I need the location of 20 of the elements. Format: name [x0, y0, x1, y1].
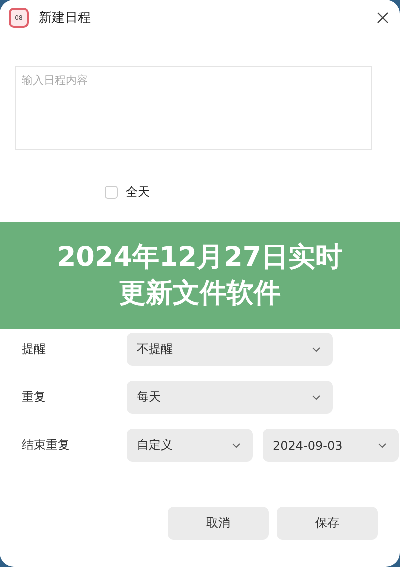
banner-text: 更新文件软件: [119, 276, 281, 310]
chevron-icon: [232, 442, 241, 448]
dropdown[interactable]: 每天: [127, 381, 333, 414]
chevron-icon: [312, 346, 321, 352]
chevron-icon: [378, 442, 387, 448]
field-label: 提醒: [22, 341, 47, 358]
banner-text: 2024年12月27日实时: [57, 241, 343, 276]
cancel-button[interactable]: 取消: [168, 507, 269, 540]
dropdown[interactable]: 不提醒: [127, 333, 333, 366]
window-title: 新建日程: [39, 10, 92, 27]
content-field[interactable]: 输入日程内容: [15, 66, 372, 150]
all-day-checkbox[interactable]: [105, 186, 118, 198]
field-label: 结束重复: [22, 437, 71, 454]
chevron-icon: [312, 394, 321, 400]
close-button[interactable]: [376, 11, 390, 25]
dropdown[interactable]: 自定义: [127, 429, 253, 462]
save-button[interactable]: 保存: [277, 507, 378, 540]
dropdown[interactable]: 2024-09-03: [263, 429, 399, 462]
field-label: 重复: [22, 389, 47, 406]
all-day-label: 全天: [126, 184, 150, 200]
